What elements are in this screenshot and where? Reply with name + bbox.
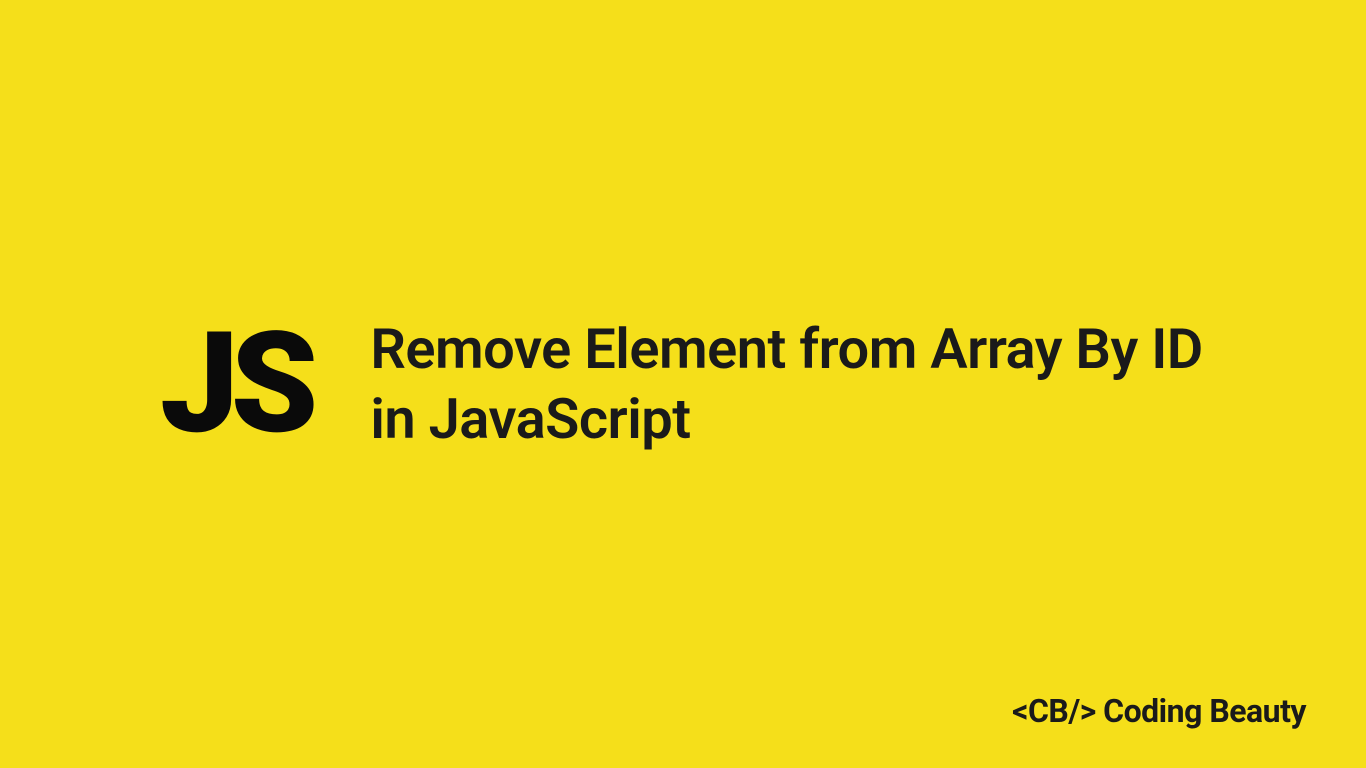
js-logo: JS: [160, 314, 310, 454]
main-content: JS Remove Element from Array By ID in Ja…: [0, 314, 1366, 454]
article-title: Remove Element from Array By ID in JavaS…: [370, 314, 1206, 454]
brand-signature: <CB/> Coding Beauty: [1012, 692, 1306, 730]
